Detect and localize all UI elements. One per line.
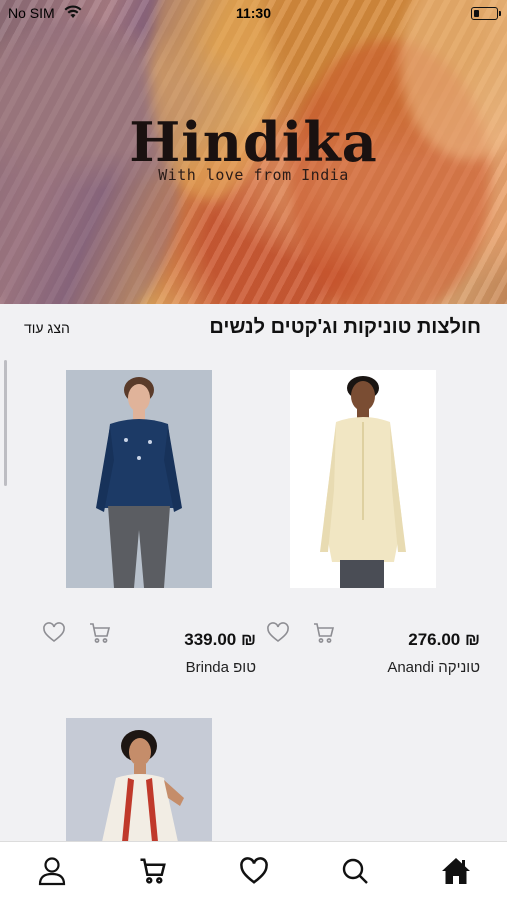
section-title: חולצות טוניקות וג'קטים לנשים (209, 316, 481, 338)
product-image[interactable] (66, 718, 212, 842)
show-more-link[interactable]: הצג עוד (24, 320, 70, 336)
scroll-indicator[interactable] (4, 360, 7, 486)
product-price: ₪ 339.00 (184, 630, 256, 649)
bottom-tab-bar (0, 841, 507, 900)
product-image[interactable] (290, 370, 436, 588)
status-bar: No SIM 11:30 (0, 0, 507, 26)
heart-icon (240, 857, 268, 884)
battery-level (473, 9, 479, 17)
brand-logo: Hindika With love from India (0, 112, 507, 184)
product-name[interactable]: טופ Brinda (186, 659, 256, 676)
tab-cart[interactable] (138, 855, 168, 887)
battery-icon (471, 7, 501, 20)
home-icon (442, 858, 470, 884)
cart-icon (140, 858, 166, 884)
search-icon (342, 858, 368, 884)
product-name[interactable]: טוניקה Anandi (387, 659, 480, 676)
tab-favorites[interactable] (239, 855, 269, 887)
tab-account[interactable] (37, 855, 67, 887)
tab-search[interactable] (340, 855, 370, 887)
product-image[interactable] (66, 370, 212, 588)
status-time: 11:30 (235, 5, 272, 21)
tab-home[interactable] (441, 855, 471, 887)
brand-tagline: With love from India (158, 166, 349, 184)
user-icon (38, 857, 66, 886)
cart-icon[interactable] (312, 621, 336, 645)
brand-name: Hindika (129, 110, 378, 174)
hero-banner: Hindika With love from India (0, 0, 507, 304)
product-price: ₪ 276.00 (408, 630, 480, 649)
heart-icon[interactable] (42, 621, 66, 645)
cart-icon[interactable] (88, 621, 112, 645)
heart-icon[interactable] (266, 621, 290, 645)
